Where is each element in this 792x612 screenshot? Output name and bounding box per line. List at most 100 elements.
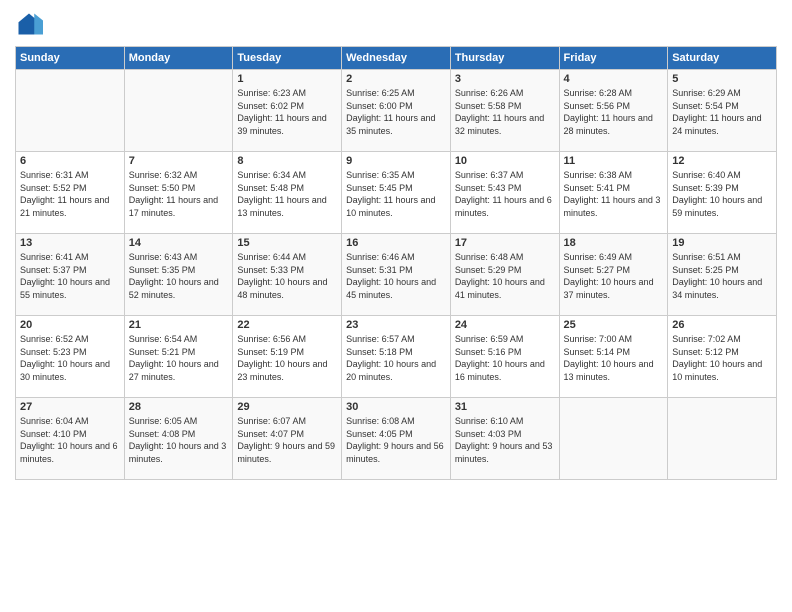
day-info: Sunrise: 6:57 AM Sunset: 5:18 PM Dayligh… (346, 333, 446, 383)
calendar-day-cell: 7 Sunrise: 6:32 AM Sunset: 5:50 PM Daylig… (124, 152, 233, 234)
day-number: 11 (564, 155, 664, 167)
calendar-day-cell: 31 Sunrise: 6:10 AM Sunset: 4:03 PM Dayli… (450, 398, 559, 480)
calendar-week-row: 1 Sunrise: 6:23 AM Sunset: 6:02 PM Daylig… (16, 70, 777, 152)
day-number: 21 (129, 319, 229, 331)
calendar-day-cell: 3 Sunrise: 6:26 AM Sunset: 5:58 PM Daylig… (450, 70, 559, 152)
day-info: Sunrise: 6:49 AM Sunset: 5:27 PM Dayligh… (564, 251, 664, 301)
calendar-day-cell: 13 Sunrise: 6:41 AM Sunset: 5:37 PM Dayli… (16, 234, 125, 316)
weekday-header: Tuesday (233, 47, 342, 70)
calendar-table: SundayMondayTuesdayWednesdayThursdayFrid… (15, 46, 777, 480)
calendar-day-cell: 22 Sunrise: 6:56 AM Sunset: 5:19 PM Dayli… (233, 316, 342, 398)
calendar-day-cell: 18Sunrise: 6:49 AM Sunset: 5:27 PM Dayli… (559, 234, 668, 316)
day-number: 4 (564, 73, 664, 85)
calendar-day-cell: 4Sunrise: 6:28 AM Sunset: 5:56 PM Daylig… (559, 70, 668, 152)
day-info: Sunrise: 6:04 AM Sunset: 4:10 PM Dayligh… (20, 415, 120, 465)
day-info: Sunrise: 6:54 AM Sunset: 5:21 PM Dayligh… (129, 333, 229, 383)
calendar-day-cell: 12 Sunrise: 6:40 AM Sunset: 5:39 PM Dayli… (668, 152, 777, 234)
day-info: Sunrise: 6:46 AM Sunset: 5:31 PM Dayligh… (346, 251, 446, 301)
day-number: 30 (346, 401, 446, 413)
day-info: Sunrise: 6:23 AM Sunset: 6:02 PM Dayligh… (237, 87, 337, 137)
day-info: Sunrise: 6:44 AM Sunset: 5:33 PM Dayligh… (237, 251, 337, 301)
day-number: 1 (237, 73, 337, 85)
day-info: Sunrise: 6:05 AM Sunset: 4:08 PM Dayligh… (129, 415, 229, 465)
day-number: 12 (672, 155, 772, 167)
day-info: Sunrise: 6:26 AM Sunset: 5:58 PM Dayligh… (455, 87, 555, 137)
day-info: Sunrise: 6:07 AM Sunset: 4:07 PM Dayligh… (237, 415, 337, 465)
calendar-week-row: 20 Sunrise: 6:52 AM Sunset: 5:23 PM Dayli… (16, 316, 777, 398)
day-number: 25 (564, 319, 664, 331)
weekday-header: Thursday (450, 47, 559, 70)
calendar-day-cell: 24Sunrise: 6:59 AM Sunset: 5:16 PM Dayli… (450, 316, 559, 398)
day-info: Sunrise: 6:59 AM Sunset: 5:16 PM Dayligh… (455, 333, 555, 383)
day-info: Sunrise: 6:48 AM Sunset: 5:29 PM Dayligh… (455, 251, 555, 301)
day-info: Sunrise: 6:52 AM Sunset: 5:23 PM Dayligh… (20, 333, 120, 383)
calendar-body: 1 Sunrise: 6:23 AM Sunset: 6:02 PM Daylig… (16, 70, 777, 480)
day-number: 17 (455, 237, 555, 249)
calendar-day-cell: 16 Sunrise: 6:46 AM Sunset: 5:31 PM Dayli… (342, 234, 451, 316)
day-number: 5 (672, 73, 772, 85)
day-info: Sunrise: 6:56 AM Sunset: 5:19 PM Dayligh… (237, 333, 337, 383)
day-info: Sunrise: 6:10 AM Sunset: 4:03 PM Dayligh… (455, 415, 555, 465)
day-number: 15 (237, 237, 337, 249)
day-number: 6 (20, 155, 120, 167)
calendar-day-cell: 10 Sunrise: 6:37 AM Sunset: 5:43 PM Dayli… (450, 152, 559, 234)
calendar-day-cell (124, 70, 233, 152)
day-info: Sunrise: 6:35 AM Sunset: 5:45 PM Dayligh… (346, 169, 446, 219)
day-number: 27 (20, 401, 120, 413)
day-info: Sunrise: 6:37 AM Sunset: 5:43 PM Dayligh… (455, 169, 555, 219)
day-number: 8 (237, 155, 337, 167)
day-info: Sunrise: 6:41 AM Sunset: 5:37 PM Dayligh… (20, 251, 120, 301)
day-number: 22 (237, 319, 337, 331)
header (15, 10, 777, 38)
calendar-day-cell: 28Sunrise: 6:05 AM Sunset: 4:08 PM Dayli… (124, 398, 233, 480)
day-info: Sunrise: 6:43 AM Sunset: 5:35 PM Dayligh… (129, 251, 229, 301)
calendar-day-cell: 21 Sunrise: 6:54 AM Sunset: 5:21 PM Dayli… (124, 316, 233, 398)
day-info: Sunrise: 7:00 AM Sunset: 5:14 PM Dayligh… (564, 333, 664, 383)
day-number: 2 (346, 73, 446, 85)
calendar-day-cell: 29 Sunrise: 6:07 AM Sunset: 4:07 PM Dayli… (233, 398, 342, 480)
day-number: 26 (672, 319, 772, 331)
day-info: Sunrise: 6:51 AM Sunset: 5:25 PM Dayligh… (672, 251, 772, 301)
day-info: Sunrise: 6:38 AM Sunset: 5:41 PM Dayligh… (564, 169, 664, 219)
calendar-day-cell: 15 Sunrise: 6:44 AM Sunset: 5:33 PM Dayli… (233, 234, 342, 316)
page: SundayMondayTuesdayWednesdayThursdayFrid… (0, 0, 792, 612)
calendar-week-row: 6 Sunrise: 6:31 AM Sunset: 5:52 PM Daylig… (16, 152, 777, 234)
day-number: 29 (237, 401, 337, 413)
day-number: 13 (20, 237, 120, 249)
day-number: 20 (20, 319, 120, 331)
calendar-day-cell: 30 Sunrise: 6:08 AM Sunset: 4:05 PM Dayli… (342, 398, 451, 480)
day-number: 3 (455, 73, 555, 85)
calendar-day-cell: 9 Sunrise: 6:35 AM Sunset: 5:45 PM Daylig… (342, 152, 451, 234)
day-number: 10 (455, 155, 555, 167)
calendar-day-cell: 11 Sunrise: 6:38 AM Sunset: 5:41 PM Dayli… (559, 152, 668, 234)
weekday-header: Monday (124, 47, 233, 70)
day-number: 23 (346, 319, 446, 331)
calendar-day-cell: 20 Sunrise: 6:52 AM Sunset: 5:23 PM Dayli… (16, 316, 125, 398)
day-number: 19 (672, 237, 772, 249)
calendar-week-row: 27 Sunrise: 6:04 AM Sunset: 4:10 PM Dayli… (16, 398, 777, 480)
day-number: 7 (129, 155, 229, 167)
calendar-day-cell: 6 Sunrise: 6:31 AM Sunset: 5:52 PM Daylig… (16, 152, 125, 234)
calendar-day-cell: 19 Sunrise: 6:51 AM Sunset: 5:25 PM Dayli… (668, 234, 777, 316)
day-info: Sunrise: 6:34 AM Sunset: 5:48 PM Dayligh… (237, 169, 337, 219)
calendar-day-cell (668, 398, 777, 480)
calendar-day-cell: 2 Sunrise: 6:25 AM Sunset: 6:00 PM Daylig… (342, 70, 451, 152)
day-number: 16 (346, 237, 446, 249)
day-info: Sunrise: 6:32 AM Sunset: 5:50 PM Dayligh… (129, 169, 229, 219)
calendar-day-cell: 26Sunrise: 7:02 AM Sunset: 5:12 PM Dayli… (668, 316, 777, 398)
weekday-header: Sunday (16, 47, 125, 70)
day-info: Sunrise: 6:08 AM Sunset: 4:05 PM Dayligh… (346, 415, 446, 465)
calendar-day-cell (16, 70, 125, 152)
day-info: Sunrise: 6:40 AM Sunset: 5:39 PM Dayligh… (672, 169, 772, 219)
calendar-day-cell: 17 Sunrise: 6:48 AM Sunset: 5:29 PM Dayli… (450, 234, 559, 316)
calendar-day-cell (559, 398, 668, 480)
day-info: Sunrise: 6:25 AM Sunset: 6:00 PM Dayligh… (346, 87, 446, 137)
logo (15, 10, 47, 38)
day-number: 31 (455, 401, 555, 413)
day-info: Sunrise: 6:31 AM Sunset: 5:52 PM Dayligh… (20, 169, 120, 219)
calendar-day-cell: 1 Sunrise: 6:23 AM Sunset: 6:02 PM Daylig… (233, 70, 342, 152)
day-number: 14 (129, 237, 229, 249)
calendar-header-row: SundayMondayTuesdayWednesdayThursdayFrid… (16, 47, 777, 70)
day-number: 9 (346, 155, 446, 167)
calendar-day-cell: 5Sunrise: 6:29 AM Sunset: 5:54 PM Daylig… (668, 70, 777, 152)
